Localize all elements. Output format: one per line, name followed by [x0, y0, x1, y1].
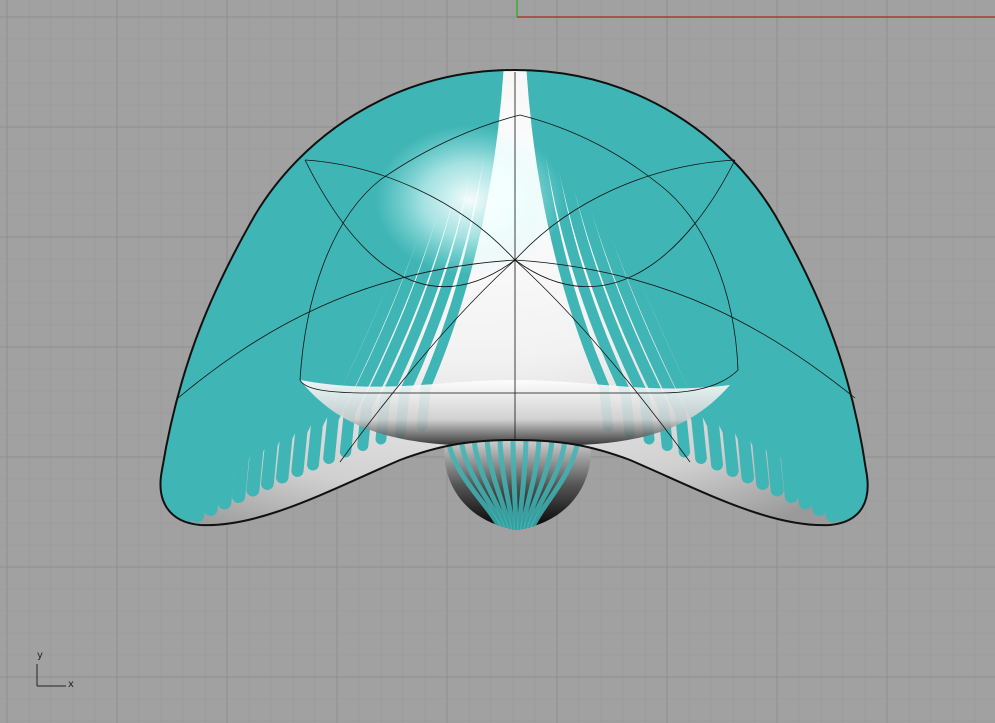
stem-surface[interactable]	[444, 440, 591, 532]
viewport-canvas[interactable]	[0, 0, 995, 723]
axis-y-label: y	[37, 650, 43, 661]
axis-x-label: x	[68, 679, 74, 690]
front-viewport[interactable]: y x	[0, 0, 995, 723]
